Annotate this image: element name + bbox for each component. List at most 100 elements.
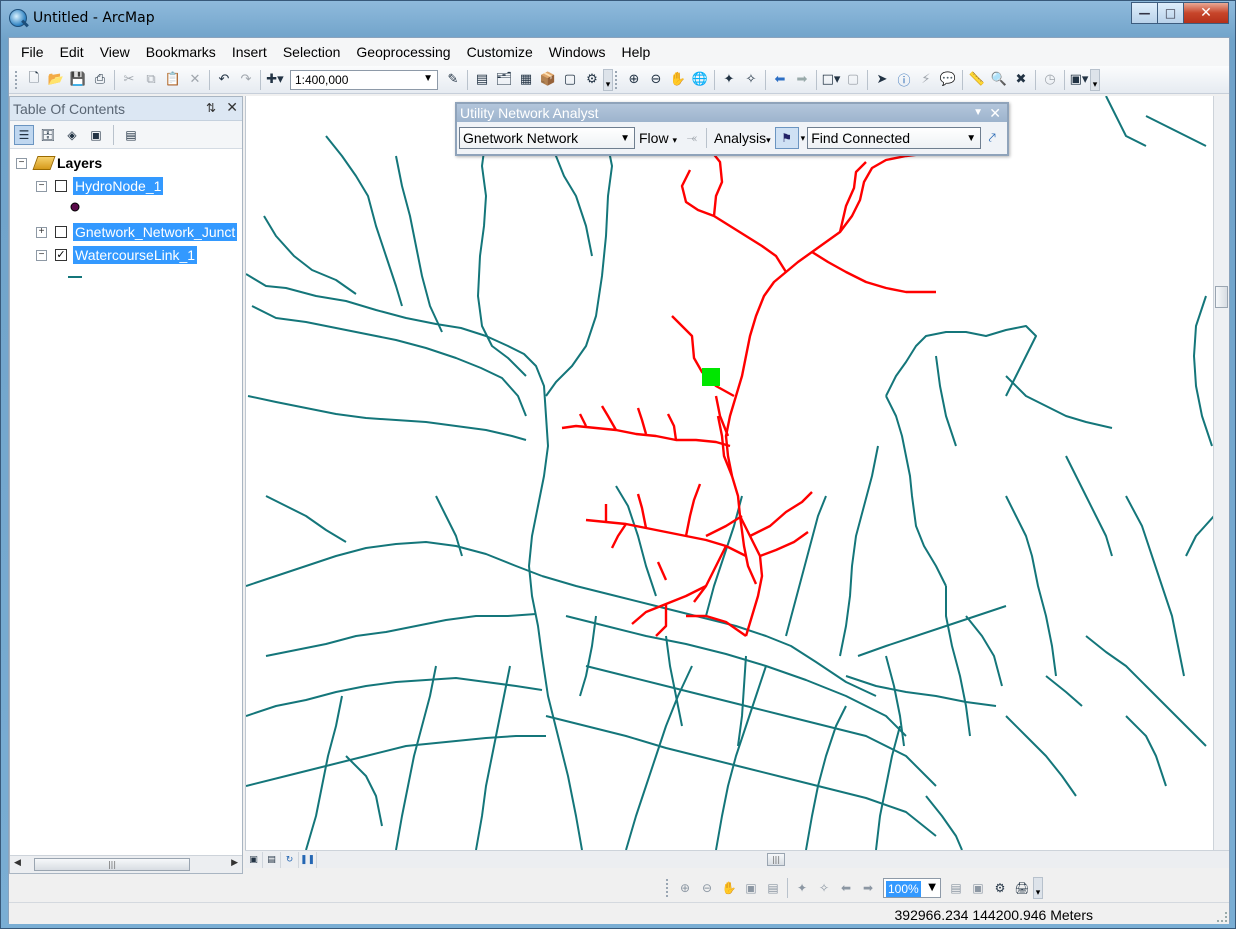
layout-zoom-in-icon[interactable]: ⊕ [674, 877, 696, 899]
toolbar-grip[interactable] [15, 70, 19, 89]
scroll-thumb[interactable]: ||| [34, 858, 190, 871]
map-vertical-scrollbar[interactable] [1213, 96, 1229, 850]
menu-geoprocessing[interactable]: Geoprocessing [348, 44, 458, 60]
menu-windows[interactable]: Windows [541, 44, 614, 60]
toc-horizontal-scrollbar[interactable]: ◀ ||| ▶ [10, 855, 242, 873]
collapse-icon[interactable]: − [36, 249, 47, 261]
add-edge-flag-icon[interactable]: ⚑ [774, 127, 799, 149]
delete-icon[interactable]: ✕ [184, 69, 206, 91]
redo-icon[interactable]: ↷ [235, 69, 257, 91]
layer-label[interactable]: Gnetwork_Network_Junct [73, 223, 238, 241]
solve-icon[interactable]: ⤤ [981, 127, 1003, 149]
map-display[interactable] [245, 96, 1213, 850]
arctoolbox-icon[interactable]: 📦 [537, 69, 559, 91]
identify-icon[interactable]: ⓘ [893, 69, 915, 91]
menu-insert[interactable]: Insert [224, 44, 275, 60]
maximize-button[interactable]: □ [1157, 2, 1183, 24]
fixed-zoom-in-icon[interactable]: ✦ [718, 69, 740, 91]
fixed-zoom-out-icon[interactable]: ✧ [813, 877, 835, 899]
forward-extent-icon[interactable]: ➡ [857, 877, 879, 899]
toolbar-overflow-icon[interactable]: ▾ [1033, 877, 1043, 899]
back-extent-icon[interactable]: ⬅ [835, 877, 857, 899]
menu-bookmarks[interactable]: Bookmarks [138, 44, 224, 60]
close-button[interactable]: ✕ [1183, 2, 1229, 24]
print-icon[interactable]: ⎙ [89, 69, 111, 91]
toolbar-overflow-icon[interactable]: ▾ [603, 68, 613, 91]
fixed-zoom-out-icon[interactable]: ✧ [740, 69, 762, 91]
select-features-icon[interactable]: □▾ [820, 69, 842, 91]
change-layout-icon[interactable]: ⚙ [989, 877, 1011, 899]
list-by-selection-icon[interactable]: ▣ [86, 125, 106, 145]
collapse-icon[interactable]: − [16, 157, 27, 169]
menu-file[interactable]: File [13, 44, 52, 60]
close-icon[interactable]: ✕ [226, 99, 238, 116]
pin-icon[interactable]: ⇅ [206, 101, 216, 115]
title-bar[interactable]: Untitled - ArcMap — □ ✕ [1, 1, 1235, 37]
search-window-icon[interactable]: ▦ [515, 69, 537, 91]
data-view-icon[interactable]: ▣ [245, 851, 263, 868]
hyperlink-icon[interactable]: ⚡ [915, 69, 937, 91]
horizontal-scroll-thumb[interactable]: ||| [767, 853, 785, 866]
select-elements-icon[interactable]: ➤ [871, 69, 893, 91]
find-icon[interactable]: 🔍 [988, 69, 1010, 91]
toolbar-overflow-icon[interactable]: ▾ [1090, 68, 1100, 91]
tree-row-hydronode[interactable]: − HydroNode_1 [36, 176, 164, 196]
minimize-button[interactable]: — [1131, 2, 1157, 24]
expand-icon[interactable]: + [36, 226, 47, 238]
table-of-contents-icon[interactable]: ▤ [471, 69, 493, 91]
new-document-icon[interactable]: 🗋 [23, 69, 45, 91]
trace-task-select[interactable]: Find Connected ▼ [807, 127, 982, 149]
network-select[interactable]: Gnetwork Network ▼ [459, 127, 635, 149]
undo-icon[interactable]: ↶ [213, 69, 235, 91]
layer-visibility-checkbox[interactable] [55, 226, 67, 238]
menu-customize[interactable]: Customize [459, 44, 541, 60]
tree-row-junctions[interactable]: + Gnetwork_Network_Junct [36, 222, 238, 242]
add-data-icon[interactable]: ✚▾ [264, 69, 286, 91]
resize-grip[interactable] [1217, 912, 1227, 922]
layout-view-icon[interactable]: ▤ [263, 851, 281, 868]
menu-view[interactable]: View [92, 44, 138, 60]
zoom-100-icon[interactable]: ▤ [762, 877, 784, 899]
paste-icon[interactable]: 📋 [162, 69, 184, 91]
measure-icon[interactable]: 📏 [966, 69, 988, 91]
forward-extent-icon[interactable]: ➡ [791, 69, 813, 91]
chevron-down-icon[interactable]: ▼ [966, 133, 976, 144]
cut-icon[interactable]: ✂ [118, 69, 140, 91]
chevron-down-icon[interactable]: ▾ [801, 133, 806, 144]
menu-selection[interactable]: Selection [275, 44, 349, 60]
flow-menu[interactable]: Flow ▾ [635, 130, 681, 146]
line-symbol[interactable] [68, 267, 82, 287]
layout-pan-icon[interactable]: ✋ [718, 877, 740, 899]
zoom-out-icon[interactable]: ⊖ [645, 69, 667, 91]
zoom-whole-page-icon[interactable]: ▣ [740, 877, 762, 899]
save-icon[interactable]: 💾 [67, 69, 89, 91]
map-scale-combo[interactable]: 1:400,000 ▼ [290, 69, 438, 90]
copy-icon[interactable]: ⧉ [140, 69, 162, 91]
open-folder-icon[interactable]: 📂 [45, 69, 67, 91]
menu-help[interactable]: Help [614, 44, 659, 60]
clear-selection-icon[interactable]: ▢ [842, 69, 864, 91]
scroll-left-icon[interactable]: ◀ [14, 858, 21, 868]
go-to-xy-icon[interactable]: ✖ [1010, 69, 1032, 91]
flow-direction-icon[interactable]: ⤛ [681, 127, 703, 149]
zoom-in-icon[interactable]: ⊕ [623, 69, 645, 91]
collapse-icon[interactable]: − [36, 180, 47, 192]
pan-icon[interactable]: ✋ [667, 69, 689, 91]
time-slider-icon[interactable]: ◷ [1039, 69, 1061, 91]
layout-zoom-combo[interactable]: 100% ▼ [883, 878, 941, 898]
scroll-right-icon[interactable]: ▶ [231, 858, 238, 868]
layout-zoom-out-icon[interactable]: ⊖ [696, 877, 718, 899]
close-icon[interactable]: ✕ [989, 104, 1001, 122]
layer-visibility-checkbox[interactable]: ✓ [55, 249, 67, 261]
una-title-bar[interactable]: Utility Network Analyst ▼ ✕ [457, 104, 1007, 122]
python-window-icon[interactable]: ▢ [559, 69, 581, 91]
menu-edit[interactable]: Edit [52, 44, 92, 60]
analysis-menu[interactable]: Analysis▾ [710, 130, 775, 146]
create-viewer-icon[interactable]: ▣▾ [1068, 69, 1090, 91]
catalog-icon[interactable]: 🗂 [493, 69, 515, 91]
list-by-source-icon[interactable]: 🗄 [38, 125, 58, 145]
editor-toolbar-icon[interactable]: ✎ [442, 69, 464, 91]
point-symbol[interactable] [70, 197, 80, 217]
chevron-down-icon[interactable]: ▼ [973, 104, 983, 122]
model-builder-icon[interactable]: ⚙ [581, 69, 603, 91]
